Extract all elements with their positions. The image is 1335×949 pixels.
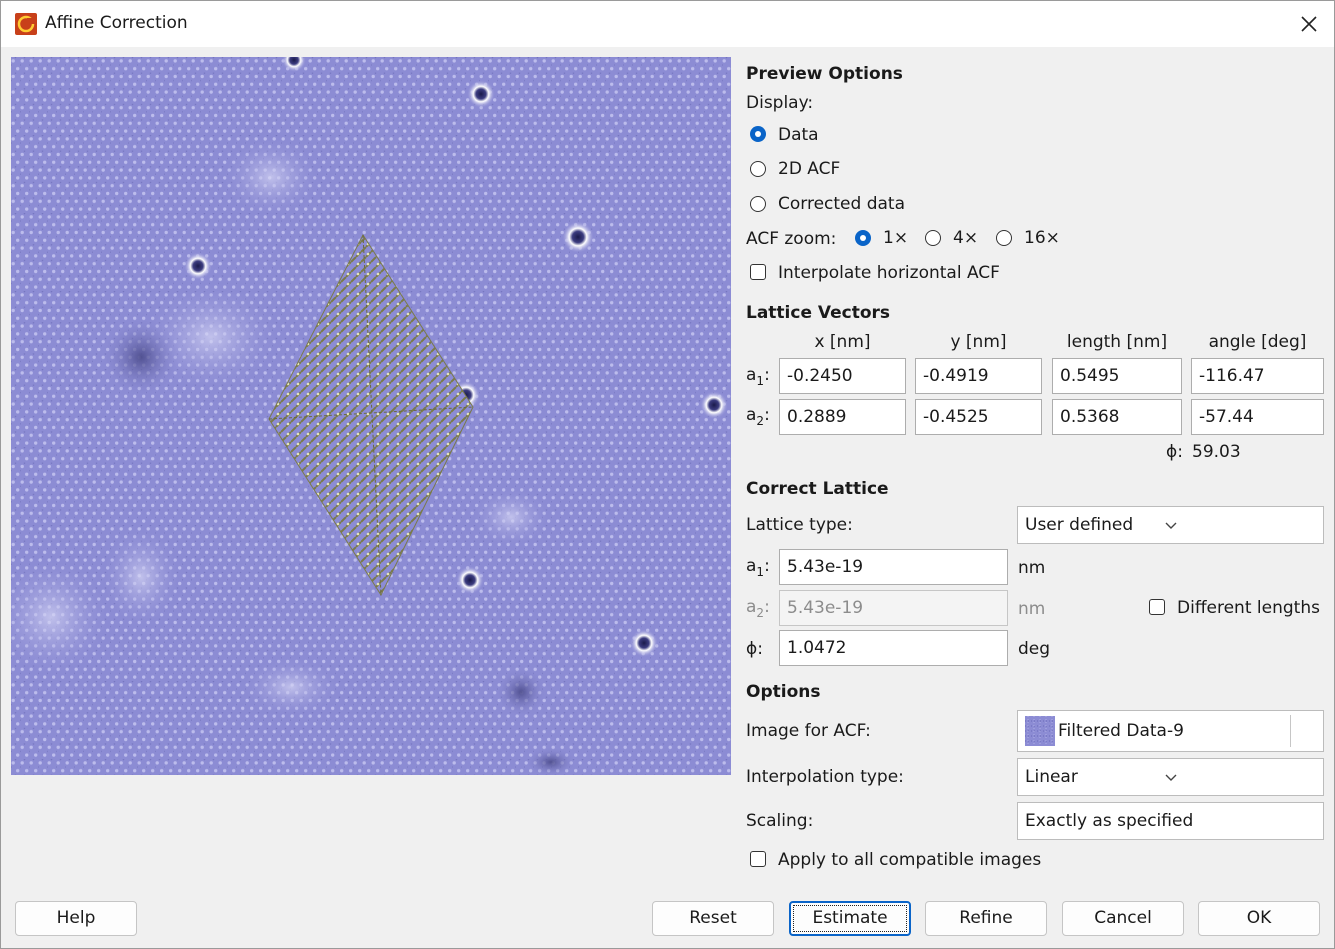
interpolate-acf-checkbox[interactable]: [750, 264, 766, 280]
a1-x-field[interactable]: -0.2450: [779, 358, 906, 394]
interpolation-type-value: Linear: [1025, 767, 1078, 787]
apply-all-checkbox[interactable]: [750, 851, 766, 867]
scaling-value: Exactly as specified: [1025, 811, 1194, 831]
data-thumbnail-icon: [1025, 716, 1055, 746]
image-for-acf-label: Image for ACF:: [746, 721, 871, 741]
radio-display-data[interactable]: [750, 126, 766, 142]
column-header-angle: angle [deg]: [1208, 332, 1307, 352]
chevron-down-icon: [1165, 522, 1177, 529]
acf-zoom-label: ACF zoom:: [746, 229, 837, 249]
target-a2-field: 5.43e-19: [779, 590, 1008, 626]
image-for-acf-value: Filtered Data-9: [1058, 721, 1184, 741]
estimate-button[interactable]: Estimate: [789, 901, 911, 936]
lattice-type-dropdown[interactable]: User defined: [1017, 506, 1324, 544]
target-a1-label: a1:: [746, 556, 770, 579]
reset-button[interactable]: Reset: [652, 901, 774, 936]
preview-options-heading: Preview Options: [746, 64, 903, 84]
image-for-acf-selector[interactable]: Filtered Data-9: [1017, 710, 1324, 752]
target-phi-unit: deg: [1018, 639, 1051, 659]
window-title: Affine Correction: [45, 13, 188, 33]
a2-angle-field[interactable]: -57.44: [1191, 399, 1324, 435]
options-heading: Options: [746, 682, 821, 702]
column-header-y: y [nm]: [950, 332, 1007, 352]
ok-button[interactable]: OK: [1198, 901, 1320, 936]
radio-zoom-16x-label[interactable]: 16×: [1024, 228, 1060, 248]
different-lengths-checkbox[interactable]: [1149, 599, 1165, 615]
cancel-button[interactable]: Cancel: [1062, 901, 1184, 936]
a1-angle-field[interactable]: -116.47: [1191, 358, 1324, 394]
close-button[interactable]: [1284, 1, 1334, 47]
a2-y-field[interactable]: -0.4525: [915, 399, 1042, 435]
interpolation-type-dropdown[interactable]: Linear: [1017, 758, 1324, 796]
target-a2-label: a2:: [746, 597, 770, 620]
target-a1-field[interactable]: 5.43e-19: [779, 549, 1008, 585]
data-preview-image[interactable]: [11, 57, 731, 775]
interpolate-acf-label[interactable]: Interpolate horizontal ACF: [778, 263, 1000, 283]
a2-x-field[interactable]: 0.2889: [779, 399, 906, 435]
target-phi-label: ϕ:: [746, 639, 763, 659]
target-a1-unit: nm: [1018, 558, 1046, 578]
column-header-x: x [nm]: [814, 332, 871, 352]
radio-display-2d-acf[interactable]: [750, 161, 766, 177]
lattice-type-value: User defined: [1025, 515, 1134, 535]
close-icon: [1301, 16, 1317, 32]
radio-zoom-4x-label[interactable]: 4×: [953, 228, 978, 248]
a1-y-field[interactable]: -0.4919: [915, 358, 1042, 394]
row-label-a2: a2:: [746, 405, 770, 428]
row-label-a1: a1:: [746, 365, 770, 388]
phi-measured-label: ϕ:: [1166, 442, 1183, 462]
radio-display-2d-acf-label[interactable]: 2D ACF: [778, 159, 840, 179]
display-label: Display:: [746, 93, 814, 113]
target-phi-field[interactable]: 1.0472: [779, 630, 1008, 666]
radio-zoom-16x[interactable]: [996, 230, 1012, 246]
selector-divider: [1290, 715, 1291, 747]
scaling-label: Scaling:: [746, 811, 814, 831]
a2-length-field[interactable]: 0.5368: [1052, 399, 1182, 435]
refine-button[interactable]: Refine: [925, 901, 1047, 936]
different-lengths-label[interactable]: Different lengths: [1177, 598, 1320, 618]
interpolation-type-label: Interpolation type:: [746, 767, 904, 787]
radio-display-data-label[interactable]: Data: [778, 125, 819, 145]
column-header-length: length [nm]: [1066, 332, 1168, 352]
title-bar: Affine Correction: [1, 1, 1334, 47]
lattice-vectors-heading: Lattice Vectors: [746, 303, 891, 323]
correct-lattice-heading: Correct Lattice: [746, 479, 889, 499]
radio-zoom-4x[interactable]: [925, 230, 941, 246]
phi-measured-value: 59.03: [1192, 442, 1241, 462]
apply-all-label[interactable]: Apply to all compatible images: [778, 850, 1041, 870]
preview-svg: [11, 57, 731, 775]
target-a2-unit: nm: [1018, 599, 1046, 619]
help-button[interactable]: Help: [15, 901, 137, 936]
radio-display-corrected[interactable]: [750, 196, 766, 212]
a1-length-field[interactable]: 0.5495: [1052, 358, 1182, 394]
scaling-dropdown[interactable]: Exactly as specified: [1017, 802, 1324, 840]
chevron-down-icon: [1165, 774, 1177, 781]
lattice-type-label: Lattice type:: [746, 515, 853, 535]
radio-display-corrected-label[interactable]: Corrected data: [778, 194, 905, 214]
radio-zoom-1x-label[interactable]: 1×: [883, 228, 908, 248]
gwyddion-app-icon: [15, 13, 37, 35]
radio-zoom-1x[interactable]: [855, 230, 871, 246]
